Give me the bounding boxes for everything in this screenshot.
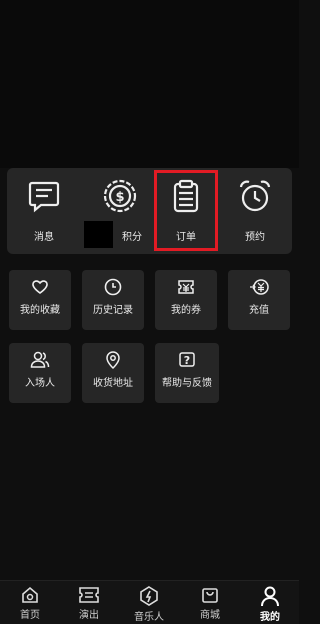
svg-text:$: $ [115, 190, 124, 205]
coin-icon: $ [103, 179, 137, 213]
clock-icon [104, 278, 122, 296]
tab-shows-label: 演出 [79, 610, 99, 621]
musician-icon [140, 586, 158, 606]
reservation-entry[interactable]: 预约 [229, 178, 281, 243]
yen-icon [250, 279, 269, 295]
reservation-label: 预约 [245, 232, 265, 243]
home-icon [22, 586, 38, 603]
message-label: 消息 [34, 232, 54, 243]
favorites-label: 我的收藏 [20, 305, 60, 316]
tab-shop[interactable]: 商城 [180, 585, 240, 621]
message-entry[interactable]: 消息 [18, 178, 70, 243]
address-tile[interactable]: 收货地址 [82, 343, 144, 403]
tab-profile-label: 我的 [260, 612, 280, 623]
heart-icon [32, 280, 48, 294]
history-label: 历史记录 [93, 305, 133, 316]
orders-highlight-box [154, 170, 218, 251]
header-background [0, 0, 299, 168]
tab-home[interactable]: 首页 [0, 585, 60, 621]
tab-home-label: 首页 [20, 610, 40, 621]
person-icon [261, 586, 279, 607]
tab-musicians-label: 音乐人 [134, 612, 164, 623]
help-label: 帮助与反馈 [162, 378, 212, 389]
coupons-tile[interactable]: 我的券 [155, 270, 217, 330]
message-icon [28, 181, 60, 213]
attendees-label: 入场人 [25, 378, 55, 389]
address-label: 收货地址 [93, 378, 133, 389]
svg-text:?: ? [184, 354, 190, 367]
coupons-label: 我的券 [171, 305, 201, 316]
help-icon: ? [179, 352, 195, 367]
help-tile[interactable]: ? 帮助与反馈 [155, 343, 219, 403]
tab-shows[interactable]: 演出 [59, 585, 119, 621]
recharge-label: 充值 [249, 305, 269, 316]
history-tile[interactable]: 历史记录 [82, 270, 144, 330]
ticket-icon [178, 280, 194, 294]
recharge-tile[interactable]: 充值 [228, 270, 290, 330]
attendees-tile[interactable]: 入场人 [9, 343, 71, 403]
bottom-tab-bar: 首页 演出 音乐人 商城 我的 [0, 580, 299, 624]
location-pin-icon [106, 351, 120, 369]
users-icon [30, 351, 50, 368]
shop-bag-icon [202, 588, 218, 603]
redacted-block [84, 221, 113, 248]
alarm-clock-icon [239, 180, 271, 212]
tab-profile[interactable]: 我的 [240, 585, 300, 623]
tab-shop-label: 商城 [200, 610, 220, 621]
favorites-tile[interactable]: 我的收藏 [9, 270, 71, 330]
show-ticket-icon [79, 587, 99, 603]
tab-musicians[interactable]: 音乐人 [119, 585, 179, 623]
